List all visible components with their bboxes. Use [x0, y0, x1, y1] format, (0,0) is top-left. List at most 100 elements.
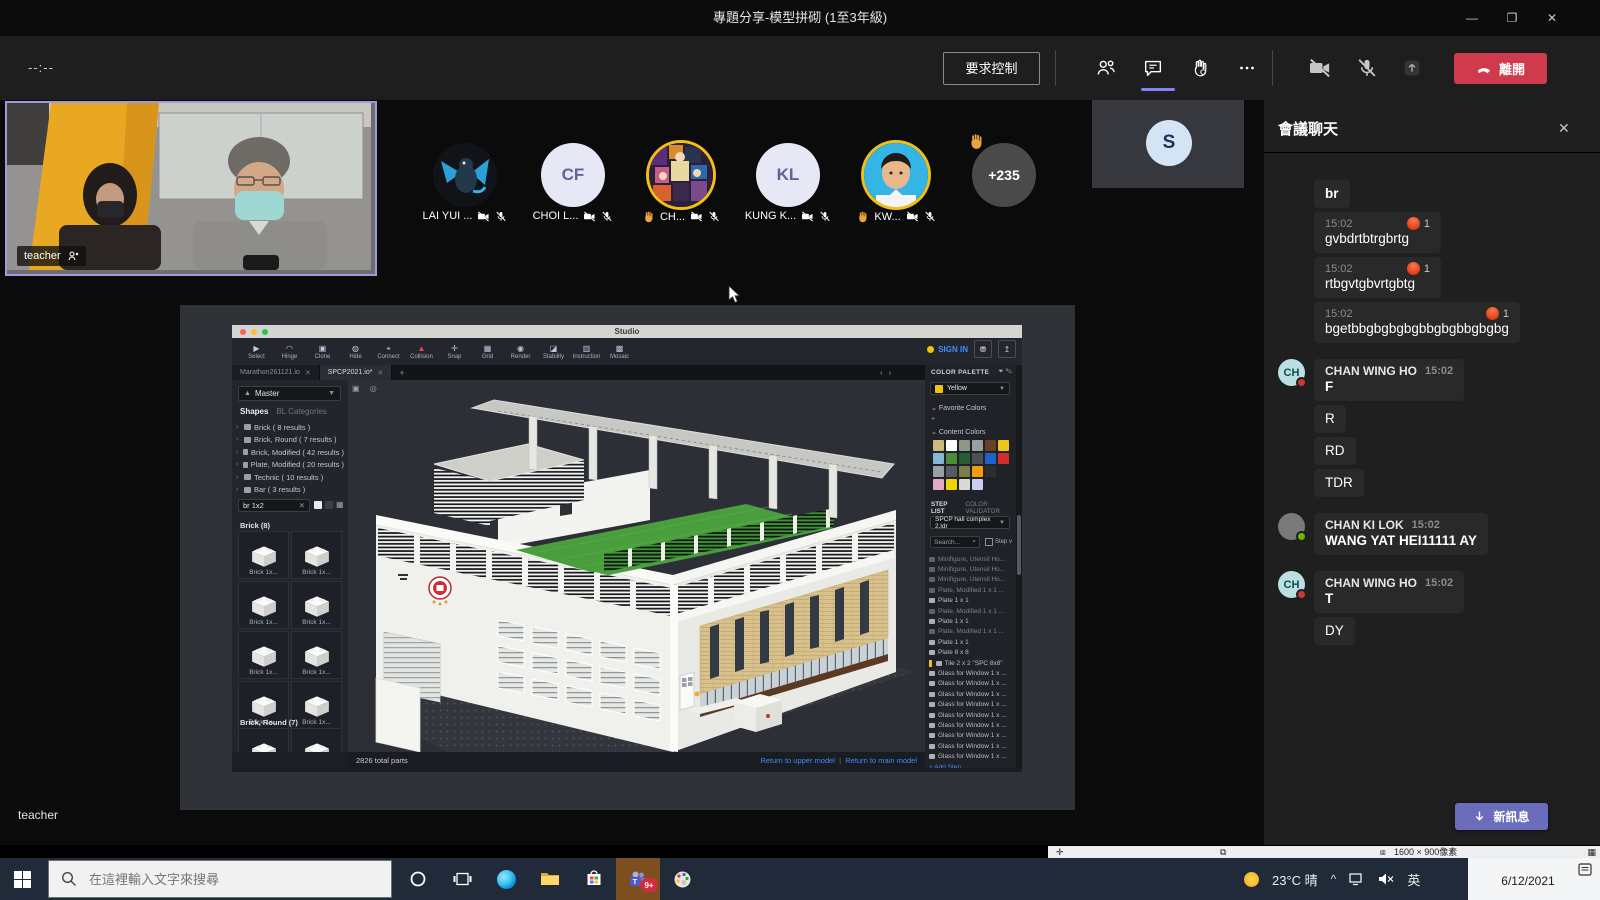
studio-tool-button[interactable]: ⌖ Connect — [372, 344, 405, 360]
color-swatch[interactable] — [998, 479, 1009, 490]
reaction-badge[interactable]: 1 — [1389, 217, 1430, 230]
teams-button[interactable]: T 9+ — [616, 858, 660, 900]
network-icon[interactable] — [1349, 872, 1365, 886]
brick-result-tile[interactable]: Brick 1x... — [291, 631, 342, 679]
color-swatch[interactable] — [946, 466, 957, 477]
studio-app-window[interactable]: Studio ▶ Select ◠ Hinge ▣ Clone — [232, 325, 1022, 772]
participant-tile-s[interactable]: S — [1092, 100, 1244, 188]
file-explorer-button[interactable] — [528, 858, 572, 900]
category-row[interactable]: › Plate, Modified ( 20 results ) — [236, 459, 344, 472]
color-swatch[interactable] — [972, 466, 983, 477]
step-row[interactable]: Glass for Window 1 x ... — [929, 689, 1015, 699]
mic-off-button[interactable] — [1347, 48, 1387, 88]
category-row[interactable]: › Technic ( 10 results ) — [236, 471, 344, 484]
color-swatch[interactable] — [985, 453, 996, 464]
step-row[interactable]: Glass for Window 1 x ... — [929, 741, 1015, 751]
color-swatch[interactable] — [972, 453, 983, 464]
color-swatch[interactable] — [998, 466, 1009, 477]
close-chat-icon[interactable]: ✕ — [1558, 120, 1570, 137]
reaction-badge[interactable]: 1 — [1468, 307, 1509, 320]
input-language[interactable]: 英 — [1407, 870, 1420, 889]
studio-tool-button[interactable]: ▣ Clone — [306, 344, 339, 360]
step-row[interactable]: Tile 2 x 2 "SPC 8x8" — [929, 658, 1015, 668]
add-favorite-button[interactable]: + — [931, 416, 935, 423]
category-row[interactable]: › Brick ( 8 results ) — [236, 421, 344, 434]
step-row[interactable]: Glass for Window 1 x ... — [929, 668, 1015, 678]
step-row[interactable]: Plate 1 x 1 — [929, 616, 1015, 626]
current-color-dropdown[interactable]: Yellow ▼ — [930, 382, 1010, 395]
color-swatch[interactable] — [933, 479, 944, 490]
participant-tile[interactable]: LAI YUI ... — [410, 100, 520, 250]
step-search-input[interactable]: Search... ⌕ — [930, 536, 980, 548]
color-swatch[interactable] — [959, 466, 970, 477]
studio-tool-button[interactable]: ◉ Render — [504, 344, 537, 360]
parts-search-input[interactable]: br 1x2 ✕ — [238, 499, 310, 512]
category-row[interactable]: › Brick, Modified ( 42 results ) — [236, 446, 344, 459]
studio-tool-button[interactable]: ◠ Hinge — [273, 344, 306, 360]
new-tab-button[interactable]: + — [392, 365, 411, 380]
request-control-button[interactable]: 要求控制 — [943, 52, 1040, 85]
view-dark-icon[interactable] — [325, 501, 333, 509]
category-row[interactable]: › Brick, Round ( 7 results ) — [236, 434, 344, 447]
return-main-model-link[interactable]: Return to main model — [845, 756, 917, 765]
brick-result-tile[interactable]: Brick 1x... — [238, 531, 289, 579]
color-swatch[interactable] — [946, 440, 957, 451]
color-swatch[interactable] — [998, 440, 1009, 451]
color-swatch[interactable] — [985, 440, 996, 451]
category-row[interactable]: › Bar ( 3 results ) — [236, 484, 344, 497]
clear-search-icon[interactable]: ✕ — [299, 501, 305, 510]
camera-off-button[interactable] — [1300, 48, 1340, 88]
tab-shapes[interactable]: Shapes — [240, 407, 268, 416]
close-button[interactable]: ✕ — [1532, 0, 1572, 36]
start-button[interactable] — [0, 858, 44, 900]
color-swatch[interactable] — [959, 440, 970, 451]
cortana-button[interactable] — [396, 858, 440, 900]
step-row[interactable]: Glass for Window 1 x ... — [929, 679, 1015, 689]
reaction-badge[interactable]: 1 — [1389, 262, 1430, 275]
reactions-button[interactable] — [1180, 48, 1220, 88]
date-label[interactable]: 6/12/2021 — [1468, 874, 1588, 888]
panel-scrollbar[interactable] — [1016, 365, 1022, 768]
close-tab-icon[interactable]: ✕ — [305, 369, 311, 377]
color-swatch[interactable] — [985, 479, 996, 490]
task-view-button[interactable] — [440, 858, 484, 900]
chat-message-list[interactable]: br 15:02 1 gvbdrtbtrgb — [1264, 160, 1600, 690]
move-icon[interactable]: ✛ — [1056, 846, 1064, 858]
color-swatch[interactable] — [985, 466, 996, 477]
step-row[interactable]: Glass for Window 1 x ... — [929, 720, 1015, 730]
new-messages-button[interactable]: 新訊息 — [1455, 803, 1548, 830]
weather-label[interactable]: 23°C 晴 — [1272, 870, 1318, 889]
color-swatch[interactable] — [959, 479, 970, 490]
color-swatch[interactable] — [946, 453, 957, 464]
tab-spcp2021[interactable]: SPCP2021.io*✕ — [320, 365, 393, 380]
color-swatch[interactable] — [972, 440, 983, 451]
edge-button[interactable] — [484, 858, 528, 900]
paint-button[interactable] — [660, 858, 704, 900]
participant-tile[interactable]: KL KUNG K... — [733, 100, 843, 250]
minimize-button[interactable]: — — [1452, 0, 1492, 36]
volume-muted-icon[interactable] — [1378, 872, 1394, 886]
participants-button[interactable] — [1086, 48, 1126, 88]
step-row[interactable]: Minifigure, Utensil Ho... — [929, 564, 1015, 574]
maximize-button[interactable]: ❐ — [1492, 0, 1532, 36]
step-row[interactable]: Plate 8 x 8 — [929, 648, 1015, 658]
taskbar-search-input[interactable] — [87, 871, 371, 888]
step-row[interactable]: Plate, Modified 1 x 1 ... — [929, 606, 1015, 616]
color-swatch[interactable] — [933, 440, 944, 451]
favorite-colors-section[interactable]: ⌄ Favorite Colors — [931, 404, 986, 412]
scrollbar-thumb[interactable] — [1017, 515, 1021, 575]
color-swatch[interactable] — [946, 479, 957, 490]
share-button[interactable] — [1392, 48, 1432, 88]
upload-icon[interactable]: ↥ — [998, 340, 1016, 358]
brick-result-tile[interactable]: Brick 1x... — [291, 681, 342, 729]
tray-expand-icon[interactable]: ^ — [1331, 872, 1337, 886]
model-dropdown[interactable]: SPCP hall complex 2.ldr ▼ — [930, 516, 1010, 529]
studio-tool-button[interactable]: ✛ Snap — [438, 344, 471, 360]
leave-button[interactable]: 離開 — [1454, 53, 1547, 84]
step-row[interactable]: Plate 1 x 1 — [929, 596, 1015, 606]
participant-overflow-tile[interactable]: +235 — [949, 100, 1059, 250]
tab-marathon[interactable]: Marathon261121.io✕ — [232, 365, 320, 380]
teacher-video-tile[interactable]: teacher — [5, 101, 377, 276]
studio-tool-button[interactable]: ▦ Grid — [471, 344, 504, 360]
studio-tool-button[interactable]: ▲ Collision — [405, 344, 438, 360]
